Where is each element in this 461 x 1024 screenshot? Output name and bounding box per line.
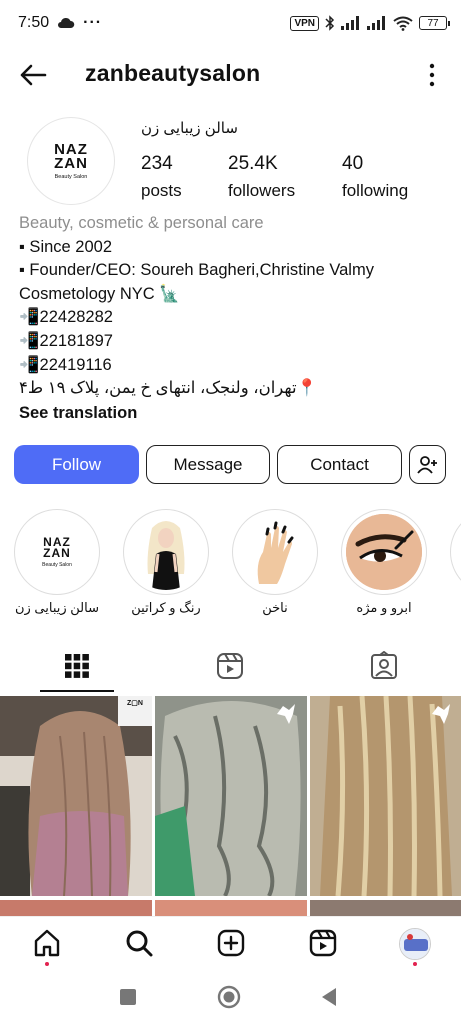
hair-photo [310,696,461,896]
avatar[interactable]: NAZ ZAN Beauty Salon [27,117,115,205]
profile-actions: Follow Message Contact [14,445,446,485]
hair-photo [155,696,307,896]
post-thumbnail[interactable] [310,696,461,896]
post-thumbnail[interactable] [0,900,152,916]
page-title: zanbeautysalon [85,60,261,86]
nail-hand-icon [237,514,313,590]
profile-avatar[interactable] [399,928,431,960]
home-icon[interactable] [32,928,62,958]
back-triangle-icon[interactable] [320,987,338,1007]
story-highlight[interactable]: ناخن [232,509,318,616]
story-highlight-partial[interactable] [450,509,461,595]
bottom-navigation [0,916,461,972]
following-stat[interactable]: 40 following [342,153,408,201]
kebab-menu-icon[interactable] [427,60,437,90]
woman-illustration-icon [128,514,204,590]
posts-grid: Z▢N [0,696,461,916]
highlight-cover [237,514,313,590]
grid-icon[interactable] [62,651,92,681]
status-bar: 7:50 ··· VPN 77 [0,0,461,46]
story-highlight[interactable]: NAZ ZAN Beauty Salon سالن زیبایی زن [14,509,100,616]
see-translation-link[interactable]: See translation [19,402,449,426]
bio-line: Cosmetology NYC 🗽 [19,284,180,303]
home-circle-icon[interactable] [217,985,241,1009]
post-thumbnail[interactable] [155,696,307,896]
contact-button[interactable]: Contact [277,445,402,484]
story-highlight[interactable]: رنگ و کراتین [123,509,209,616]
follow-button[interactable]: Follow [14,445,139,484]
battery-level: 77 [427,17,439,29]
status-overflow: ··· [83,14,103,31]
hair-photo: Z▢N [0,696,152,896]
highlight-cover [128,514,204,590]
bio-address: 📍تهران، ولنجک، انتهای خ یمن، پلاک ۱۹ ط۴ [19,379,318,398]
highlight-label: رنگ و کراتین [131,600,201,615]
active-tab-indicator [40,690,114,692]
system-navigation [0,972,461,1024]
profile-full-name: سالن زیبایی زن [141,120,238,137]
notification-dot [45,962,49,966]
reels-icon[interactable] [308,928,338,958]
highlight-ring [450,509,461,595]
followers-stat[interactable]: 25.4K followers [228,153,295,201]
bio-category: Beauty, cosmetic & personal care [19,214,264,232]
highlight-ring [341,509,427,595]
bio-phone[interactable]: 📲22419116 [19,354,449,378]
signal-icon [367,16,385,30]
bio-line: ▪ Since 2002 [19,237,112,256]
logo-subtitle: Beauty Salon [42,561,72,568]
highlight-cover: NAZ ZAN Beauty Salon [19,514,95,590]
bio-phone[interactable]: 📲22181897 [19,330,449,354]
posts-count: 234 [141,153,173,174]
message-button[interactable]: Message [146,445,270,484]
recents-square-icon[interactable] [119,988,137,1006]
highlight-ring [123,509,209,595]
person-add-icon [416,455,437,474]
logo-line-2: ZAN [54,154,88,172]
profile-bio: Beauty, cosmetic & personal care ▪ Since… [19,212,449,425]
following-count: 40 [342,153,364,174]
post-thumbnail[interactable] [310,900,461,916]
arrow-left-icon[interactable] [18,60,48,90]
search-icon[interactable] [124,928,154,958]
post-thumbnail[interactable] [155,900,307,916]
highlight-cover [346,514,422,590]
story-highlight[interactable]: ابرو و مژه [341,509,427,616]
wifi-icon [393,16,413,31]
highlight-label: سالن زیبایی زن [15,600,99,615]
create-icon[interactable] [216,928,246,958]
battery-icon: 77 [419,16,450,30]
user-avatar-image [400,929,430,959]
vpn-badge: VPN [290,15,319,31]
followers-label: followers [228,181,296,200]
logo-subtitle: Beauty Salon [54,173,88,180]
svg-text:Z▢N: Z▢N [127,700,143,707]
followers-count: 25.4K [228,153,278,174]
signal-icon [341,16,359,30]
reels-icon[interactable] [215,651,245,681]
status-time: 7:50 [18,14,50,31]
cloud-icon [58,17,75,28]
notification-dot [413,962,417,966]
tagged-icon[interactable] [369,651,399,681]
add-user-button[interactable] [409,445,446,484]
post-thumbnail[interactable]: Z▢N [0,696,152,896]
profile-header: zanbeautysalon [0,48,461,102]
bio-phone[interactable]: 📲22428282 [19,306,449,330]
posts-stat[interactable]: 234 posts [141,153,182,201]
eyebrow-eye-icon [346,514,422,590]
logo-line-2: ZAN [43,545,71,560]
posts-label: posts [141,181,182,200]
profile-tabs [0,643,461,693]
highlight-label: ابرو و مژه [356,600,412,615]
highlight-label: ناخن [262,600,288,615]
following-label: following [342,181,409,200]
highlight-ring [232,509,318,595]
bio-line: ▪ Founder/CEO: Soureh Bagheri,Christine … [19,261,374,280]
highlight-ring: NAZ ZAN Beauty Salon [14,509,100,595]
bluetooth-icon [325,15,335,31]
